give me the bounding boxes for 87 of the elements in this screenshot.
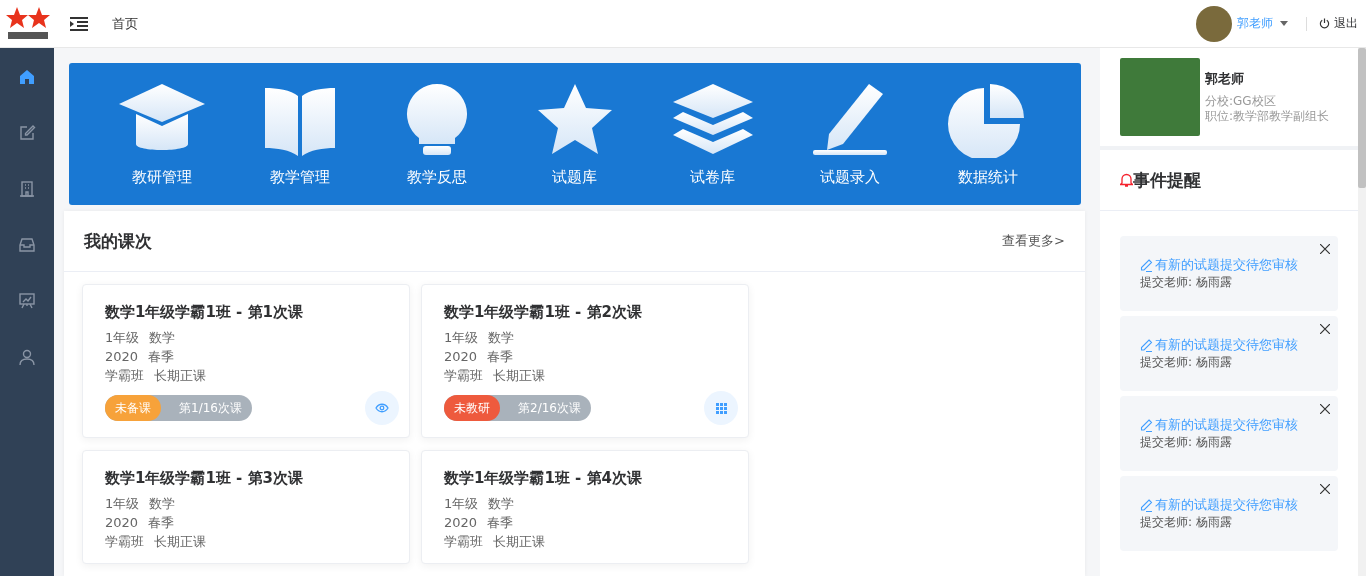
- lesson-info: 春季: [487, 348, 514, 366]
- lesson-card[interactable]: 数学1年级学霸1班 - 第3次课 1年级 数学 2020 春季 学霸班 长期正课: [82, 450, 410, 564]
- scrollbar-thumb[interactable]: [1358, 48, 1366, 188]
- lesson-info: 2020: [105, 348, 139, 366]
- eye-icon: [375, 403, 389, 413]
- lesson-info: 学霸班: [105, 367, 144, 385]
- caret-icon[interactable]: [1280, 21, 1288, 26]
- lesson-info: 春季: [487, 514, 514, 532]
- progress-text: 第1/16次课: [179, 399, 242, 417]
- lesson-title: 数学1年级学霸1班 - 第1次课: [105, 303, 304, 322]
- tile-label[interactable]: 试题录入: [820, 167, 881, 187]
- lesson-info: 数学: [149, 495, 176, 513]
- lesson-info: 2020: [444, 514, 478, 532]
- tile-label[interactable]: 教学反思: [407, 167, 468, 187]
- lesson-info: 2020: [105, 514, 139, 532]
- close-icon[interactable]: [1320, 244, 1330, 254]
- event-notice[interactable]: 有新的试题提交待您审核 提交老师: 杨雨露: [1120, 316, 1338, 391]
- event-message: 有新的试题提交待您审核: [1155, 496, 1298, 514]
- grid-icon: [715, 402, 727, 414]
- avatar-photo-placeholder[interactable]: [1196, 5, 1232, 42]
- profile-name: 郭老师: [1205, 70, 1245, 88]
- progress-text: 第2/16次课: [518, 399, 581, 417]
- menu-icon[interactable]: [70, 16, 88, 31]
- pencil-icon: [1140, 338, 1153, 352]
- grid-button[interactable]: [704, 391, 738, 425]
- lesson-card[interactable]: 数学1年级学霸1班 - 第1次课 1年级 数学 2020 春季 学霸班 长期正课 未备课 第1/16次课: [82, 284, 410, 438]
- event-submitter: 提交老师: 杨雨露: [1140, 434, 1233, 451]
- lesson-card[interactable]: 数学1年级学霸1班 - 第2次课 1年级 数学 2020 春季 学霸班 长期正课 未教研 第2/16次课: [421, 284, 749, 438]
- event-message: 有新的试题提交待您审核: [1155, 416, 1298, 434]
- events-title: 事件提醒: [1133, 168, 1201, 192]
- lesson-info: 长期正课: [154, 533, 206, 551]
- lesson-card[interactable]: 数学1年级学霸1班 - 第4次课 1年级 数学 2020 春季 学霸班 长期正课: [421, 450, 749, 564]
- profile-branch: 分校:GG校区: [1205, 94, 1277, 109]
- lesson-info: 2020: [444, 348, 478, 366]
- power-icon[interactable]: [1319, 18, 1330, 29]
- event-message: 有新的试题提交待您审核: [1155, 336, 1298, 354]
- event-submitter: 提交老师: 杨雨露: [1140, 274, 1233, 291]
- logout-link[interactable]: 退出: [1334, 15, 1358, 32]
- event-notice[interactable]: 有新的试题提交待您审核 提交老师: 杨雨露: [1120, 236, 1338, 311]
- lesson-info: 1年级: [105, 495, 140, 513]
- edit-icon[interactable]: [18, 124, 36, 142]
- lesson-info: 数学: [488, 495, 515, 513]
- close-icon[interactable]: [1320, 324, 1330, 334]
- tile-label[interactable]: 试卷库: [690, 167, 736, 187]
- section-title: 我的课次: [84, 229, 152, 253]
- tile-label[interactable]: 数据统计: [958, 167, 1019, 187]
- building-icon[interactable]: [18, 180, 36, 198]
- pencil-icon: [1140, 258, 1153, 272]
- event-notice[interactable]: 有新的试题提交待您审核 提交老师: 杨雨露: [1120, 396, 1338, 471]
- lesson-info: 长期正课: [493, 367, 545, 385]
- lesson-info: 数学: [149, 329, 176, 347]
- presentation-icon[interactable]: [18, 292, 36, 310]
- pencil-icon: [1140, 498, 1153, 512]
- lesson-info: 1年级: [444, 329, 479, 347]
- lesson-info: 1年级: [105, 329, 140, 347]
- lesson-title: 数学1年级学霸1班 - 第3次课: [105, 469, 304, 488]
- pencil-icon: [1140, 418, 1153, 432]
- user-icon[interactable]: [18, 348, 36, 366]
- bell-icon: [1120, 173, 1133, 187]
- lesson-info: 春季: [148, 514, 175, 532]
- lesson-info: 学霸班: [444, 367, 483, 385]
- tile-label[interactable]: 试题库: [552, 167, 598, 187]
- status-tag: 未备课: [105, 395, 161, 421]
- lesson-info: 数学: [488, 329, 515, 347]
- close-icon[interactable]: [1320, 484, 1330, 494]
- tile-label[interactable]: 教研管理: [131, 167, 192, 187]
- event-message: 有新的试题提交待您审核: [1155, 256, 1298, 274]
- lesson-info: 春季: [148, 348, 175, 366]
- home-icon[interactable]: [18, 68, 36, 86]
- lesson-info: 学霸班: [105, 533, 144, 551]
- profile-position: 职位:教学部教学副组长: [1205, 109, 1330, 124]
- status-tag: 未教研: [444, 395, 500, 421]
- breadcrumb[interactable]: 首页: [112, 14, 138, 33]
- event-notice[interactable]: 有新的试题提交待您审核 提交老师: 杨雨露: [1120, 476, 1338, 551]
- view-button[interactable]: [365, 391, 399, 425]
- lesson-title: 数学1年级学霸1班 - 第4次课: [444, 469, 643, 488]
- lesson-info: 1年级: [444, 495, 479, 513]
- lesson-info: 长期正课: [493, 533, 545, 551]
- view-more-link[interactable]: 查看更多>: [1002, 232, 1065, 250]
- lesson-info: 长期正课: [154, 367, 206, 385]
- event-submitter: 提交老师: 杨雨露: [1140, 354, 1233, 371]
- inbox-icon[interactable]: [18, 236, 36, 254]
- lesson-info: 学霸班: [444, 533, 483, 551]
- lesson-title: 数学1年级学霸1班 - 第2次课: [444, 303, 643, 322]
- event-submitter: 提交老师: 杨雨露: [1140, 514, 1233, 531]
- close-icon[interactable]: [1320, 404, 1330, 414]
- tile-label[interactable]: 教学管理: [269, 167, 330, 187]
